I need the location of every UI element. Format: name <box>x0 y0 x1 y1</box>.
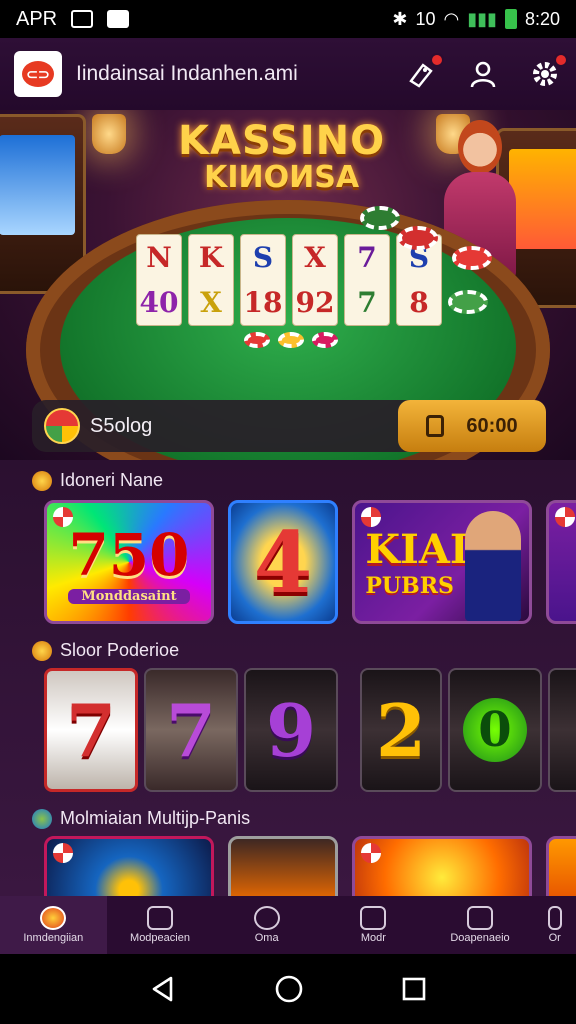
battery-icon <box>504 9 517 29</box>
signal-label: 10 <box>415 8 436 29</box>
poker-chip <box>448 290 488 314</box>
section-icon <box>32 640 52 661</box>
game-tag-icon <box>361 843 381 863</box>
home-circle-icon[interactable] <box>274 974 304 1004</box>
nav-item-deposit[interactable]: Doapenaeio <box>427 896 534 954</box>
slot-reel[interactable]: 7 <box>44 668 138 792</box>
slot-reel[interactable]: 9 <box>244 668 338 792</box>
home-icon <box>40 906 67 930</box>
game-tile[interactable] <box>352 836 532 896</box>
more-icon <box>547 906 562 930</box>
games-icon <box>147 906 173 930</box>
section-icon <box>32 470 52 491</box>
game-tag-icon <box>555 507 575 527</box>
game-tile[interactable]: KIAI PUBRS <box>352 500 532 624</box>
house-icon <box>360 906 387 930</box>
poker-chip <box>312 332 338 348</box>
slot-reel[interactable]: 7 <box>144 668 238 792</box>
game-tile[interactable] <box>546 836 576 896</box>
hero-title: KASSINO KIИOИSA <box>178 118 386 195</box>
nav-item-lobby[interactable]: Modr <box>320 896 427 954</box>
section-title: Idoneri Nane <box>60 470 164 490</box>
user-icon <box>470 61 496 88</box>
status-app-label: APR <box>16 7 58 30</box>
game-tile[interactable]: 750 Monddasaint <box>44 500 214 624</box>
lamp-left <box>92 114 126 154</box>
settings-button[interactable] <box>528 53 568 91</box>
playing-card: S 18 <box>240 234 286 326</box>
promo-button[interactable] <box>404 53 444 91</box>
poker-chip <box>360 206 400 230</box>
game-tile[interactable] <box>228 836 338 896</box>
game-tag-icon <box>53 843 73 863</box>
status-time: 8:20 <box>524 8 560 29</box>
bluetooth-icon: ✱ <box>392 8 408 29</box>
bottom-nav: Inmdengiian Modpeacien Oma Modr Doapenae… <box>0 896 576 954</box>
game-tag-icon <box>361 507 381 527</box>
system-navigation-bar <box>0 954 576 1024</box>
game-lobby: Idoneri Nane 750 Monddasaint 4 KIAI PUBR… <box>0 460 576 896</box>
section-title: Sloor Poderioe <box>60 640 180 660</box>
people-icon <box>253 906 280 930</box>
slot-reel[interactable] <box>548 668 576 792</box>
playing-card: 77 <box>344 234 390 326</box>
slot-reel[interactable]: 2 <box>360 668 442 792</box>
game-tag-icon <box>53 507 73 527</box>
recents-icon[interactable] <box>401 976 427 1002</box>
nav-item-home[interactable]: Inmdengiian <box>0 896 107 954</box>
poker-chip <box>398 226 438 250</box>
settings-badge <box>554 53 568 67</box>
app-logo-mark: ⊂⊃ <box>22 61 54 87</box>
section-title: Molmiaian Multijp-Panis <box>60 808 251 828</box>
deposit-amount: 60:00 <box>466 414 518 437</box>
notification-badge <box>430 53 444 67</box>
nav-item-social[interactable]: Oma <box>213 896 320 954</box>
app-logo[interactable]: ⊂⊃ <box>14 51 62 97</box>
app-title: Iindainsai Indanhen.ami <box>76 62 298 85</box>
slot-reel[interactable]: 0 <box>448 668 542 792</box>
poker-chip <box>452 246 492 270</box>
game-tile[interactable]: 4 <box>228 500 338 624</box>
game-row: 750 Monddasaint 4 KIAI PUBRS <box>44 500 576 624</box>
status-bar: APR ✱ 10 ◠ ▮▮▮ 8:20 <box>0 0 576 38</box>
game-tile[interactable] <box>546 500 576 624</box>
playing-card: KX <box>188 234 234 326</box>
wifi-icon: ◠ <box>443 8 460 29</box>
card-row: N 40 KX S 18 X 92 77 S8 <box>136 234 442 326</box>
bag-icon <box>467 906 494 930</box>
wallet-icon <box>426 415 445 437</box>
jackpot-row <box>44 836 576 896</box>
poker-chip <box>244 332 270 348</box>
nav-item-games[interactable]: Modpeacien <box>107 896 214 954</box>
nav-item-more[interactable]: Or <box>533 896 576 954</box>
section-header[interactable]: Molmiaian Multijp-Panis <box>32 808 250 829</box>
game-tile[interactable] <box>44 836 214 896</box>
section-header[interactable]: Sloor Poderioe <box>32 640 179 661</box>
character-art <box>465 511 521 621</box>
cell-signal-icon: ▮▮▮ <box>467 8 497 29</box>
section-header[interactable]: Idoneri Nane <box>32 470 163 491</box>
back-icon[interactable] <box>149 975 177 1003</box>
balance-bar: S5olog 60:00 <box>32 400 546 452</box>
balance-label: S5olog <box>90 414 153 437</box>
app-header: ⊂⊃ Iindainsai Indanhen.ami <box>0 38 576 110</box>
playing-card: N 40 <box>136 234 182 326</box>
profile-button[interactable] <box>466 57 500 91</box>
playing-card: X 92 <box>292 234 338 326</box>
coin-icon <box>44 408 80 444</box>
image-notification-icon <box>71 10 94 28</box>
message-notification-icon <box>107 10 130 28</box>
reel-row: 7 7 9 2 0 <box>44 668 576 792</box>
deposit-button[interactable]: 60:00 <box>398 400 546 452</box>
poker-chip <box>278 332 304 348</box>
section-icon <box>32 808 52 829</box>
